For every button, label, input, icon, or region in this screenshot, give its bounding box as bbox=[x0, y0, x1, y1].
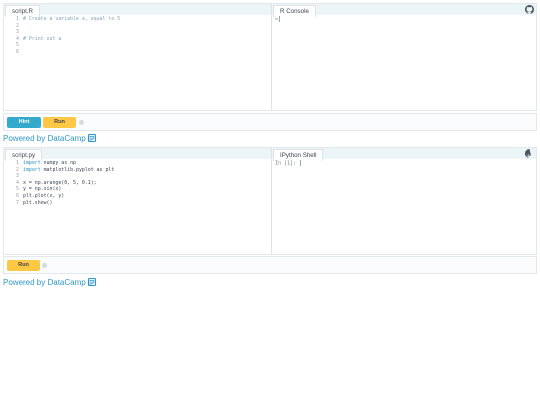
code-line: 7 plt.show() bbox=[4, 200, 271, 207]
line-number: 7 bbox=[16, 199, 19, 206]
code-rest: matplotlib.pyplot as plt bbox=[40, 166, 115, 173]
powered-by-text: Powered by DataCamp bbox=[3, 134, 86, 143]
r-console-output[interactable]: > bbox=[275, 16, 281, 24]
code-line: 5 y = np.sin(x) bbox=[4, 186, 271, 193]
run-button[interactable]: Run bbox=[43, 117, 76, 128]
line-number: 3 bbox=[16, 29, 19, 36]
line-number: 4 bbox=[16, 35, 19, 42]
py-console-tabbar: IPython Shell bbox=[272, 148, 536, 161]
line-number: 6 bbox=[16, 48, 19, 55]
py-editor-pane: script.py 1 import numpy as np 2 import ma… bbox=[4, 148, 272, 254]
powered-by-text: Powered by DataCamp bbox=[3, 278, 86, 287]
code-line: 2 bbox=[4, 23, 271, 30]
code-line: 1 import numpy as np bbox=[4, 160, 271, 167]
py-code-editor[interactable]: 1 import numpy as np 2 import matplotlib.p… bbox=[4, 160, 271, 206]
code-text: x = np.arange(0, 5, 0.1); bbox=[23, 179, 97, 186]
line-number: 2 bbox=[16, 22, 19, 29]
console-cursor bbox=[279, 16, 281, 22]
github-icon[interactable] bbox=[525, 5, 534, 14]
keyword: import bbox=[23, 166, 41, 173]
code-line: 6 plt.plot(x, y) bbox=[4, 193, 271, 200]
python-exercise-widget: script.py 1 import numpy as np 2 import ma… bbox=[3, 147, 537, 292]
code-text: import numpy as np bbox=[23, 160, 76, 167]
hint-button[interactable]: Hint bbox=[7, 117, 41, 128]
code-text: plt.show() bbox=[23, 199, 53, 206]
code-line: 3 bbox=[4, 173, 271, 180]
code-line: 2 import matplotlib.pyplot as plt bbox=[4, 167, 271, 174]
code-rest: numpy as np bbox=[40, 160, 77, 166]
console-prompt: > bbox=[275, 16, 279, 23]
r-console-tabbar: R Console bbox=[272, 4, 536, 17]
code-line: 1 # Create a variable a, equal to 5 bbox=[4, 16, 271, 23]
run-button[interactable]: Run bbox=[7, 260, 40, 271]
line-number: 5 bbox=[16, 42, 19, 49]
status-indicator bbox=[42, 263, 47, 268]
code-line: 4 x = np.arange(0, 5, 0.1); bbox=[4, 180, 271, 187]
py-console-pane: IPython Shell In [1]: bbox=[272, 148, 536, 254]
py-controls-bar: Run bbox=[3, 256, 537, 274]
code-text: # Print out a bbox=[23, 35, 62, 42]
code-text: import matplotlib.pyplot as plt bbox=[23, 167, 114, 174]
line-number: 2 bbox=[16, 166, 19, 173]
powered-by-link[interactable]: Powered by DataCamp bbox=[3, 277, 96, 287]
code-line: 6 bbox=[4, 49, 271, 56]
code-text: # Create a variable a, equal to 5 bbox=[23, 16, 121, 22]
github-icon[interactable] bbox=[525, 149, 534, 158]
datacamp-logo-icon bbox=[87, 133, 96, 142]
r-exercise-widget: script.R 1 # Create a variable a, equal t… bbox=[3, 3, 537, 143]
line-number: 4 bbox=[16, 179, 19, 186]
line-number: 6 bbox=[16, 192, 19, 199]
keyword: import bbox=[23, 160, 41, 166]
console-cursor bbox=[300, 160, 302, 166]
py-editor-tabbar: script.py bbox=[4, 148, 271, 161]
r-editor-pane: script.R 1 # Create a variable a, equal t… bbox=[4, 4, 272, 110]
datacamp-logo-icon bbox=[87, 277, 96, 286]
py-panes: script.py 1 import numpy as np 2 import ma… bbox=[3, 147, 537, 255]
line-number: 1 bbox=[16, 160, 19, 166]
console-prompt: In [1]: bbox=[275, 160, 297, 167]
code-line: 5 bbox=[4, 42, 271, 49]
r-panes: script.R 1 # Create a variable a, equal t… bbox=[3, 3, 537, 111]
code-text: y = np.sin(x) bbox=[23, 186, 62, 193]
powered-by-link[interactable]: Powered by DataCamp bbox=[3, 133, 96, 143]
code-line: 3 bbox=[4, 29, 271, 36]
r-editor-tabbar: script.R bbox=[4, 4, 271, 17]
r-controls-bar: Hint Run bbox=[3, 113, 537, 131]
line-number: 1 bbox=[16, 16, 19, 22]
r-code-editor[interactable]: 1 # Create a variable a, equal to 5 2 3 4… bbox=[4, 16, 271, 56]
code-text: plt.plot(x, y) bbox=[23, 192, 65, 199]
r-console-pane: R Console > bbox=[272, 4, 536, 110]
code-line: 4 # Print out a bbox=[4, 36, 271, 43]
status-indicator bbox=[79, 120, 84, 125]
line-number: 5 bbox=[16, 186, 19, 193]
line-number: 3 bbox=[16, 173, 19, 180]
ipython-console-output[interactable]: In [1]: bbox=[275, 160, 302, 168]
